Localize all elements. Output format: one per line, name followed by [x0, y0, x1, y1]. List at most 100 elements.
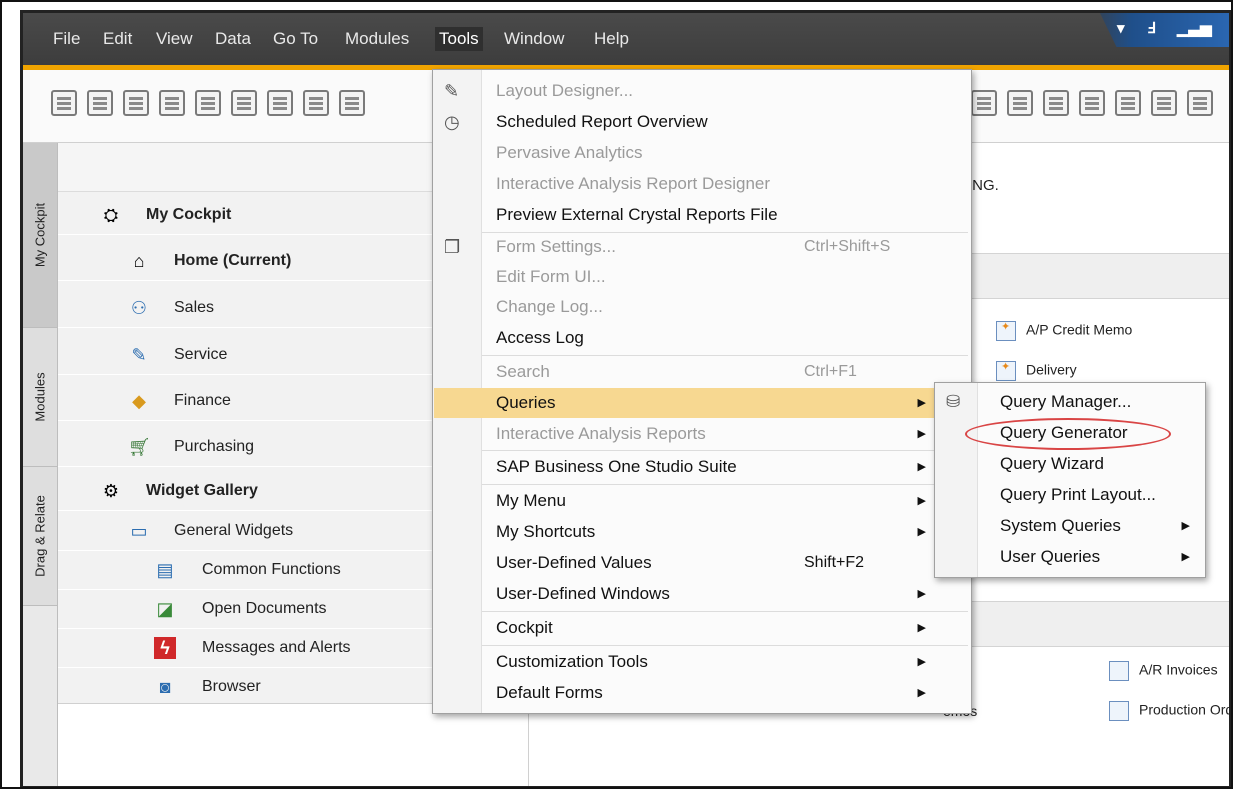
- chart-icon[interactable]: [1115, 90, 1141, 116]
- query-generator-highlight-ellipse: [965, 418, 1171, 450]
- submenu-item-user-queries[interactable]: User Queries ▶: [936, 542, 1204, 572]
- excel-export-icon[interactable]: [231, 90, 257, 116]
- submenu-arrow-icon: ▶: [917, 428, 926, 440]
- submenu-item-query-manager[interactable]: ⛁ Query Manager...: [936, 387, 1204, 417]
- doc-delivery[interactable]: Delivery: [996, 360, 1077, 381]
- copy-to-icon[interactable]: [1007, 90, 1033, 116]
- print-preview-icon[interactable]: [51, 90, 77, 116]
- menu-item-cockpit[interactable]: Cockpit ▶: [434, 613, 970, 643]
- menu-item-label: Cockpit: [496, 618, 553, 637]
- menu-item-user-defined-windows[interactable]: User-Defined Windows ▶: [434, 579, 970, 609]
- messages-alerts-icon: ϟ: [154, 637, 176, 659]
- tab-drag-relate[interactable]: Drag & Relate: [23, 467, 57, 606]
- menu-item-default-forms[interactable]: Default Forms ▶: [434, 678, 970, 708]
- menu-item-search[interactable]: Search Ctrl+F1: [434, 357, 970, 387]
- menu-item-layout-designer[interactable]: ✎ Layout Designer...: [434, 76, 970, 106]
- submenu-item-query-wizard[interactable]: Query Wizard: [936, 449, 1204, 479]
- shortcut-label: Shift+F2: [804, 554, 865, 571]
- chevron-down-icon[interactable]: ▾: [1117, 19, 1125, 37]
- launch-icon[interactable]: [339, 90, 365, 116]
- widget-label: Common Functions: [202, 561, 341, 578]
- doc-label: A/R Invoices: [1139, 661, 1218, 678]
- menu-file[interactable]: File: [53, 27, 80, 51]
- cockpit-item-label: Service: [174, 346, 228, 363]
- menu-item-user-defined-values[interactable]: User-Defined Values Shift+F2: [434, 548, 970, 578]
- menu-tools[interactable]: Tools: [435, 27, 483, 51]
- sales-icon: ⚇: [130, 298, 148, 318]
- menu-item-label: Layout Designer...: [496, 81, 634, 100]
- menu-item-label: Customization Tools: [496, 652, 648, 671]
- network-icon[interactable]: Ⅎ: [1147, 19, 1156, 37]
- menu-window[interactable]: Window: [504, 27, 564, 51]
- menu-item-label: Interactive Analysis Reports: [496, 424, 706, 443]
- menu-view[interactable]: View: [156, 27, 193, 51]
- export-icon[interactable]: [159, 90, 185, 116]
- queries-submenu: ⛁ Query Manager... Query Generator Query …: [934, 382, 1206, 578]
- base-document-icon[interactable]: [1043, 90, 1069, 116]
- form-settings-icon: ❐: [444, 237, 461, 257]
- menu-item-preview-crystal-reports[interactable]: Preview External Crystal Reports File: [434, 200, 970, 230]
- menu-item-studio-suite[interactable]: SAP Business One Studio Suite ▶: [434, 452, 970, 482]
- query-toolbar-icon[interactable]: [1187, 90, 1213, 116]
- layout-designer-icon: ✎: [444, 81, 460, 101]
- side-tabs: My Cockpit Modules Drag & Relate: [23, 143, 58, 786]
- submenu-arrow-icon: ▶: [917, 495, 926, 507]
- cockpit-blank-area: [58, 703, 528, 786]
- submenu-item-label: System Queries: [1000, 516, 1121, 535]
- submenu-item-label: User Queries: [1000, 547, 1101, 566]
- menu-data[interactable]: Data: [215, 27, 251, 51]
- menu-item-label: Scheduled Report Overview: [496, 112, 708, 131]
- menu-item-my-shortcuts[interactable]: My Shortcuts ▶: [434, 517, 970, 547]
- menu-item-access-log[interactable]: Access Log: [434, 323, 970, 353]
- open-documents-icon: ◪: [156, 599, 174, 619]
- email-icon[interactable]: [123, 90, 149, 116]
- tab-my-cockpit[interactable]: My Cockpit: [23, 143, 57, 328]
- menu-modules[interactable]: Modules: [345, 27, 409, 51]
- menu-item-interactive-analysis-report-designer[interactable]: Interactive Analysis Report Designer: [434, 169, 970, 199]
- calculator-icon[interactable]: [195, 90, 221, 116]
- menu-item-queries[interactable]: Queries ▶: [434, 388, 970, 418]
- pdf-export-icon[interactable]: [303, 90, 329, 116]
- word-export-icon[interactable]: [267, 90, 293, 116]
- general-widgets-label: General Widgets: [174, 522, 294, 539]
- menu-item-edit-form-ui[interactable]: Edit Form UI...: [434, 262, 970, 292]
- doc-ar-invoices[interactable]: A/R Invoices: [1109, 661, 1218, 681]
- submenu-item-system-queries[interactable]: System Queries ▶: [936, 511, 1204, 541]
- menu-item-my-menu[interactable]: My Menu ▶: [434, 486, 970, 516]
- menu-item-label: Interactive Analysis Report Designer: [496, 174, 771, 193]
- submenu-arrow-icon: ▶: [917, 687, 926, 699]
- menu-help[interactable]: Help: [594, 27, 629, 51]
- doc-ap-credit-memo[interactable]: A/P Credit Memo: [996, 320, 1133, 341]
- form-settings-toolbar-icon[interactable]: [1151, 90, 1177, 116]
- submenu-item-label: Query Wizard: [1000, 454, 1104, 473]
- submenu-arrow-icon: ▶: [917, 622, 926, 634]
- menu-item-label: Form Settings...: [496, 237, 616, 256]
- submenu-arrow-icon: ▶: [1181, 520, 1190, 532]
- menu-edit[interactable]: Edit: [103, 27, 132, 51]
- print-icon[interactable]: [87, 90, 113, 116]
- menu-item-label: Queries: [496, 393, 556, 412]
- doc-label: A/P Credit Memo: [1026, 321, 1133, 338]
- menu-separator: [482, 611, 968, 612]
- submenu-arrow-icon: ▶: [917, 588, 926, 600]
- menu-separator: [482, 450, 968, 451]
- menu-item-label: Preview External Crystal Reports File: [496, 205, 778, 224]
- menu-item-customization-tools[interactable]: Customization Tools ▶: [434, 647, 970, 677]
- submenu-arrow-icon: ▶: [917, 461, 926, 473]
- target-document-icon[interactable]: [1079, 90, 1105, 116]
- menu-item-interactive-analysis-reports[interactable]: Interactive Analysis Reports ▶: [434, 419, 970, 449]
- cockpit-item-label: Purchasing: [174, 438, 255, 455]
- menu-item-label: User-Defined Values: [496, 553, 652, 572]
- screenshot-frame: File Edit View Data Go To Modules Tools …: [0, 0, 1233, 789]
- doc-label: Delivery: [1026, 361, 1077, 378]
- document-icon[interactable]: [971, 90, 997, 116]
- doc-production-orders[interactable]: Production Ord: [1109, 701, 1229, 721]
- menu-item-change-log[interactable]: Change Log...: [434, 292, 970, 322]
- menu-item-label: Change Log...: [496, 297, 603, 316]
- menu-goto[interactable]: Go To: [273, 27, 318, 51]
- menu-item-form-settings[interactable]: ❐ Form Settings... Ctrl+Shift+S: [434, 232, 970, 262]
- menu-item-pervasive-analytics[interactable]: Pervasive Analytics: [434, 138, 970, 168]
- tab-modules[interactable]: Modules: [23, 328, 57, 467]
- menu-item-scheduled-report-overview[interactable]: ◷ Scheduled Report Overview: [434, 107, 970, 137]
- submenu-item-query-print-layout[interactable]: Query Print Layout...: [936, 480, 1204, 510]
